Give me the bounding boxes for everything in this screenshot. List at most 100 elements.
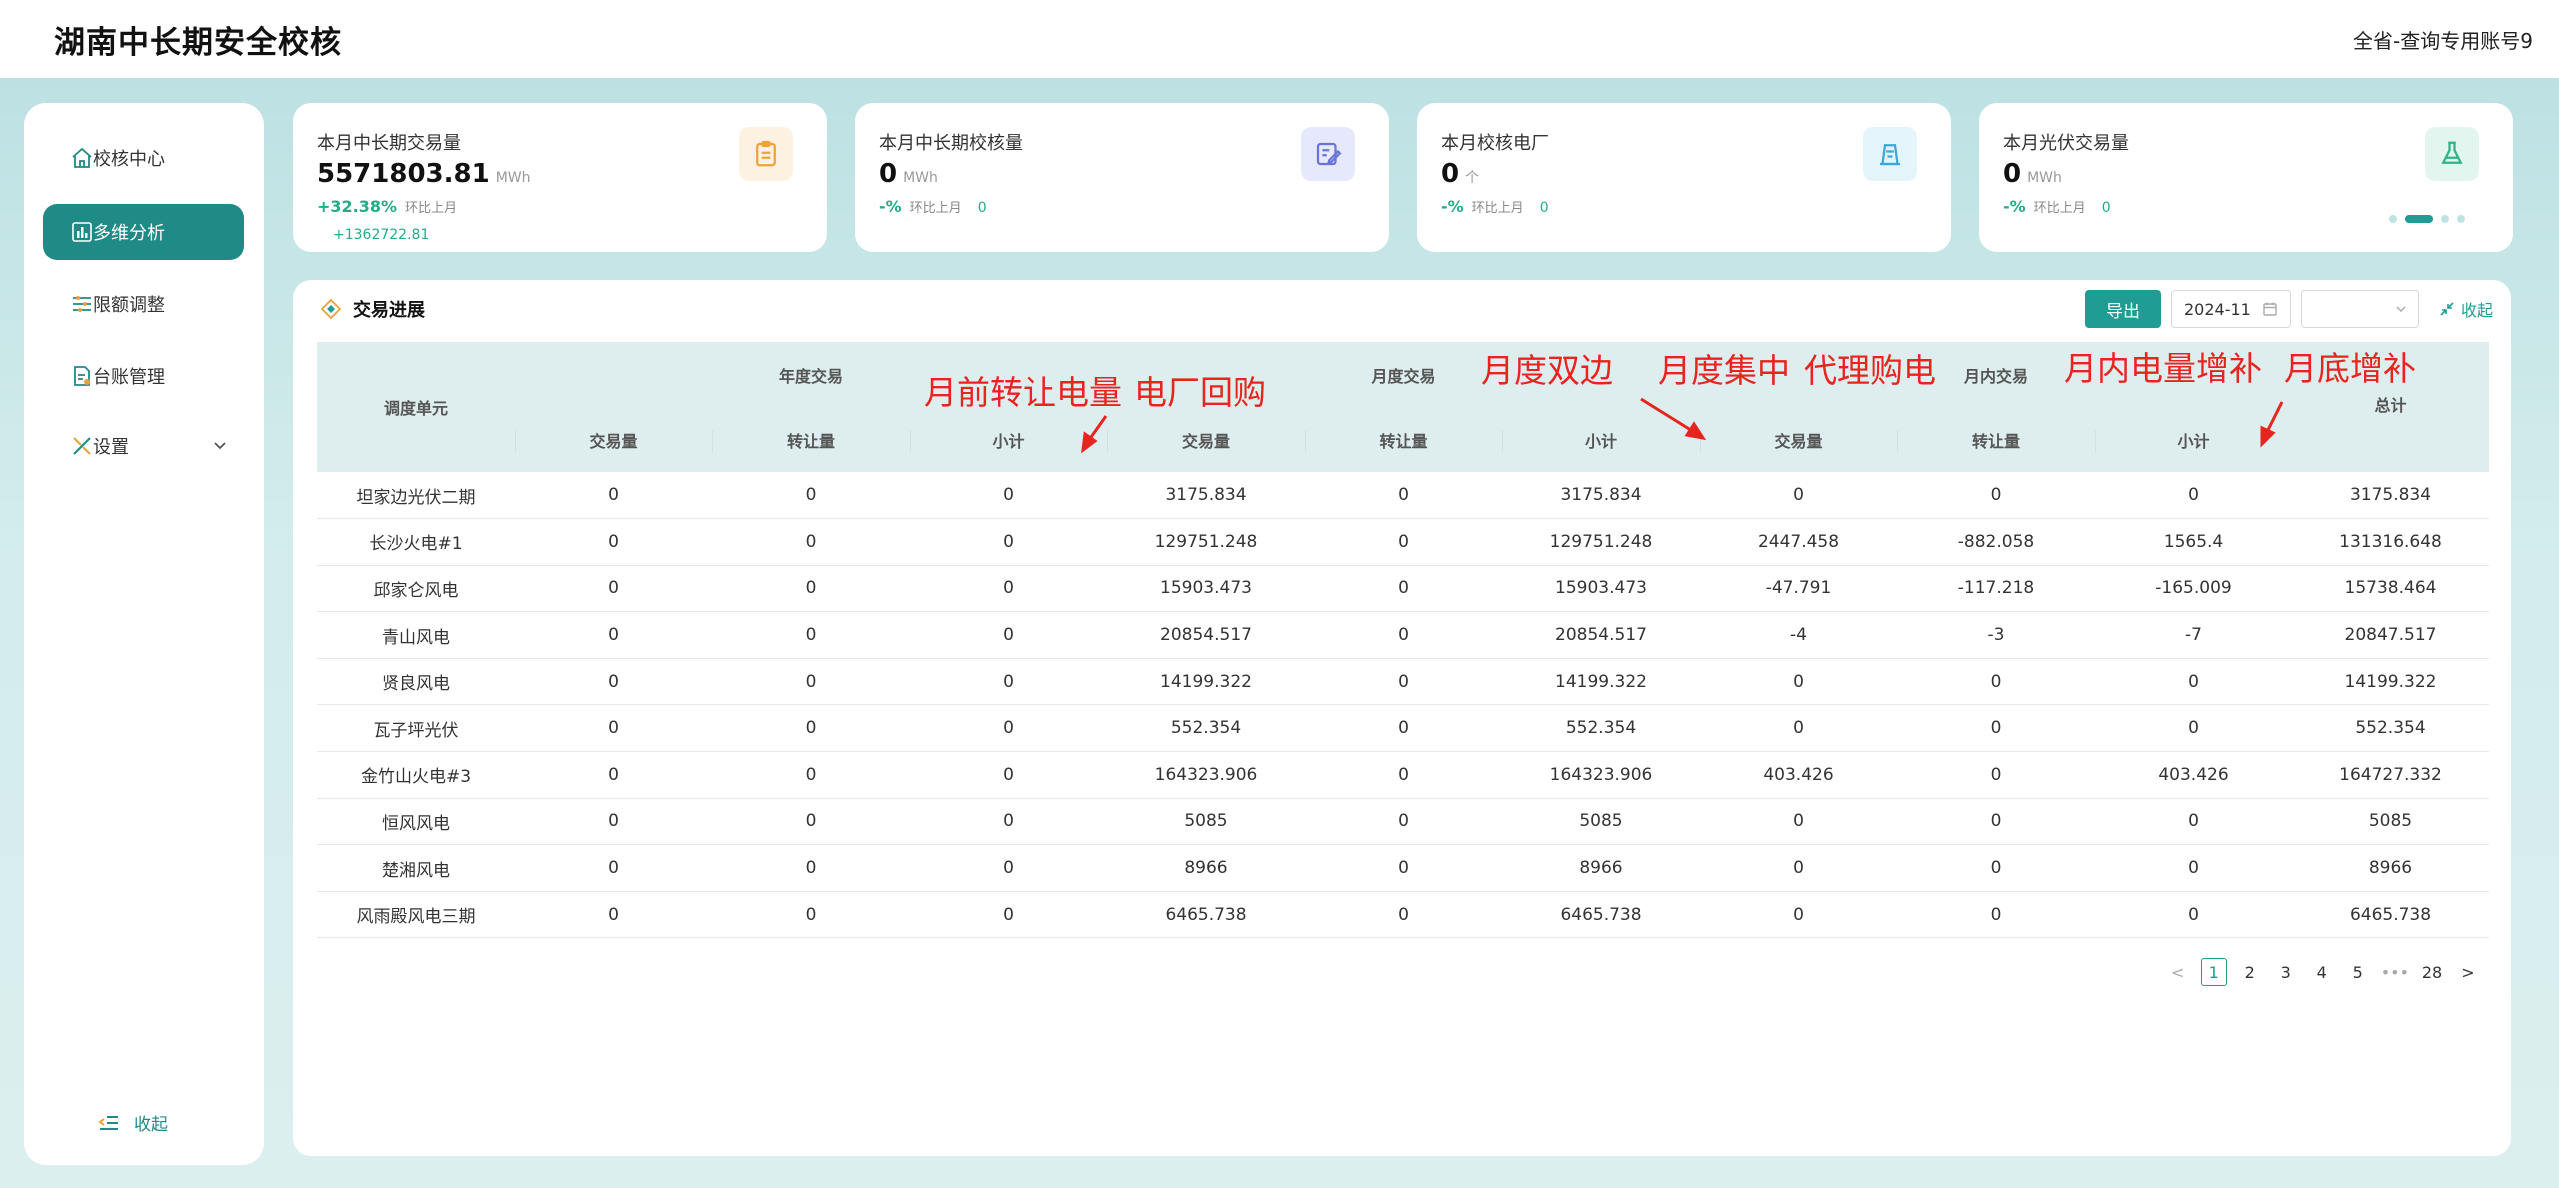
col-qty: 交易量 <box>1107 408 1305 472</box>
sidebar-item-limit-adjust[interactable]: 限额调整 <box>43 276 244 332</box>
cell-value: 5085 <box>2292 798 2489 846</box>
sidebar-item-ledger[interactable]: 台账管理 <box>43 348 244 404</box>
cell-value: -47.791 <box>1700 565 1897 613</box>
account-name[interactable]: 全省-查询专用账号9 <box>2353 25 2533 54</box>
sidebar-item-label: 限额调整 <box>93 295 165 316</box>
table-row[interactable]: 风雨殿风电三期 0 0 0 6465.738 0 6465.738 0 0 0 6465.738 <box>317 891 2489 939</box>
cell-value: -882.058 <box>1897 518 2095 566</box>
col-qty: 交易量 <box>515 408 712 472</box>
table-row[interactable]: 坦家边光伏二期 0 0 0 3175.834 0 3175.834 0 0 0 3175.834 <box>317 472 2489 520</box>
cell-value: 0 <box>1700 472 1897 520</box>
cell-value: 3175.834 <box>2292 472 2489 520</box>
page-2[interactable]: 2 <box>2237 958 2263 986</box>
card-unit: MWh <box>903 170 938 186</box>
cell-value: 0 <box>515 751 712 799</box>
col-transfer: 转让量 <box>712 408 910 472</box>
table-row[interactable]: 瓦子坪光伏 0 0 0 552.354 0 552.354 0 0 0 552.354 <box>317 704 2489 753</box>
flask-icon <box>2425 127 2479 181</box>
col-subtotal: 小计 <box>1502 408 1700 472</box>
sidebar-item-multi-analysis[interactable]: 多维分析 <box>43 204 244 260</box>
page-ellipsis[interactable]: ••• <box>2381 958 2409 986</box>
unit-select[interactable] <box>2300 290 2419 328</box>
cell-value: 0 <box>2095 891 2292 939</box>
table-row[interactable]: 邱家仑风电 0 0 0 15903.473 0 15903.473 -47.791 -117.2… <box>317 565 2489 613</box>
cell-value: 0 <box>910 565 1107 613</box>
table-row[interactable]: 金竹山火电#3 0 0 0 164323.906 0 164323.906 403.426 0 4… <box>317 751 2489 799</box>
panel-toolbar: 导出 2024-11 收起 <box>2084 290 2493 328</box>
cell-unit-name: 贤良风电 <box>317 658 515 706</box>
card-value-number: 0 <box>879 159 898 189</box>
cell-value: 5085 <box>1107 798 1305 846</box>
cell-value: 0 <box>515 798 712 846</box>
cell-value: 0 <box>515 472 712 520</box>
table-row[interactable]: 长沙火电#1 0 0 0 129751.248 0 129751.248 2447.458 -8… <box>317 518 2489 566</box>
next-page-button[interactable]: > <box>2455 958 2481 986</box>
stat-card-pv-volume: 本月光伏交易量 0 MWh -% 环比上月 0 <box>1979 103 2513 252</box>
cell-value: 0 <box>2095 658 2292 706</box>
cell-value: 0 <box>515 611 712 659</box>
chevron-down-icon <box>214 442 226 450</box>
table-row[interactable]: 贤良风电 0 0 0 14199.322 0 14199.322 0 0 0 14199.322 <box>317 658 2489 706</box>
cell-value: 0 <box>910 844 1107 892</box>
cell-value: -7 <box>2095 611 2292 659</box>
cell-value: 0 <box>2095 798 2292 846</box>
card-value: 0 MWh <box>879 159 938 189</box>
card-diff: +1362722.81 <box>333 227 430 243</box>
panel-collapse-button[interactable]: 收起 <box>2439 297 2493 321</box>
annotation-label: 月内电量增补 <box>2064 349 2262 388</box>
cell-unit-name: 邱家仑风电 <box>317 565 515 613</box>
cell-value: 552.354 <box>1502 704 1700 753</box>
carousel-dot-active[interactable] <box>2405 215 2433 223</box>
card-label: 本月校核电厂 <box>1441 133 1549 154</box>
card-unit: MWh <box>495 170 531 186</box>
card-trend: -% 环比上月 0 <box>1441 197 1549 216</box>
cell-value: 0 <box>1305 751 1502 799</box>
carousel-dot[interactable] <box>2389 215 2397 223</box>
cell-unit-name: 长沙火电#1 <box>317 518 515 566</box>
cell-value: -117.218 <box>1897 565 2095 613</box>
carousel-dot[interactable] <box>2441 215 2449 223</box>
page-5[interactable]: 5 <box>2345 958 2371 986</box>
month-picker[interactable]: 2024-11 <box>2170 290 2291 328</box>
card-value-number: 0 <box>1441 159 1460 189</box>
carousel-dots[interactable] <box>2389 215 2465 223</box>
page-4[interactable]: 4 <box>2309 958 2335 986</box>
sidebar-item-label: 多维分析 <box>93 223 165 244</box>
cell-value: 1565.4 <box>2095 518 2292 566</box>
sliders-icon <box>73 296 91 312</box>
table-row[interactable]: 青山风电 0 0 0 20854.517 0 20854.517 -4 -3 -7 20847.51… <box>317 611 2489 659</box>
carousel-dot[interactable] <box>2457 215 2465 223</box>
pagination: < 1 2 3 4 5 ••• 28 > <box>2165 958 2481 986</box>
annotation-label: 电厂回购 <box>1134 373 1266 412</box>
sidebar-item-settings[interactable]: 设置 <box>43 418 244 474</box>
sidebar: 校核中心 多维分析 限额调整 台账管理 设置 收起 <box>24 103 264 1165</box>
page-1[interactable]: 1 <box>2200 958 2227 986</box>
cell-value: 0 <box>1305 472 1502 520</box>
page-3[interactable]: 3 <box>2273 958 2299 986</box>
cell-value: 0 <box>1897 844 2095 892</box>
collapse-menu-icon <box>98 1115 118 1130</box>
sidebar-item-check-center[interactable]: 校核中心 <box>43 130 244 186</box>
card-value: 0个 <box>1441 159 1479 189</box>
sidebar-item-label: 设置 <box>93 437 129 458</box>
col-group-monthly: 月度交易 <box>1305 342 1502 408</box>
table-row[interactable]: 恒风风电 0 0 0 5085 0 5085 0 0 0 5085 <box>317 798 2489 846</box>
col-transfer: 转让量 <box>1897 408 2095 472</box>
table-row[interactable]: 楚湘风电 0 0 0 8966 0 8966 0 0 0 8966 <box>317 844 2489 892</box>
cell-value: 0 <box>1305 704 1502 753</box>
cell-value: 6465.738 <box>1502 891 1700 939</box>
cell-value: 0 <box>712 891 910 939</box>
sidebar-item-label: 校核中心 <box>93 149 165 170</box>
page-last[interactable]: 28 <box>2419 958 2445 986</box>
sidebar-collapse-button[interactable]: 收起 <box>98 1110 168 1135</box>
prev-page-button[interactable]: < <box>2165 958 2191 986</box>
export-button[interactable]: 导出 <box>2084 290 2161 328</box>
card-pct-label: 环比上月 <box>405 201 458 216</box>
cell-value: 0 <box>910 751 1107 799</box>
cell-value: 0 <box>1897 472 2095 520</box>
cell-value: 0 <box>712 565 910 613</box>
cell-value: 0 <box>1305 565 1502 613</box>
cell-value: 0 <box>910 472 1107 520</box>
card-unit: 个 <box>1465 170 1480 186</box>
panel-header: 交易进展 <box>321 296 425 322</box>
